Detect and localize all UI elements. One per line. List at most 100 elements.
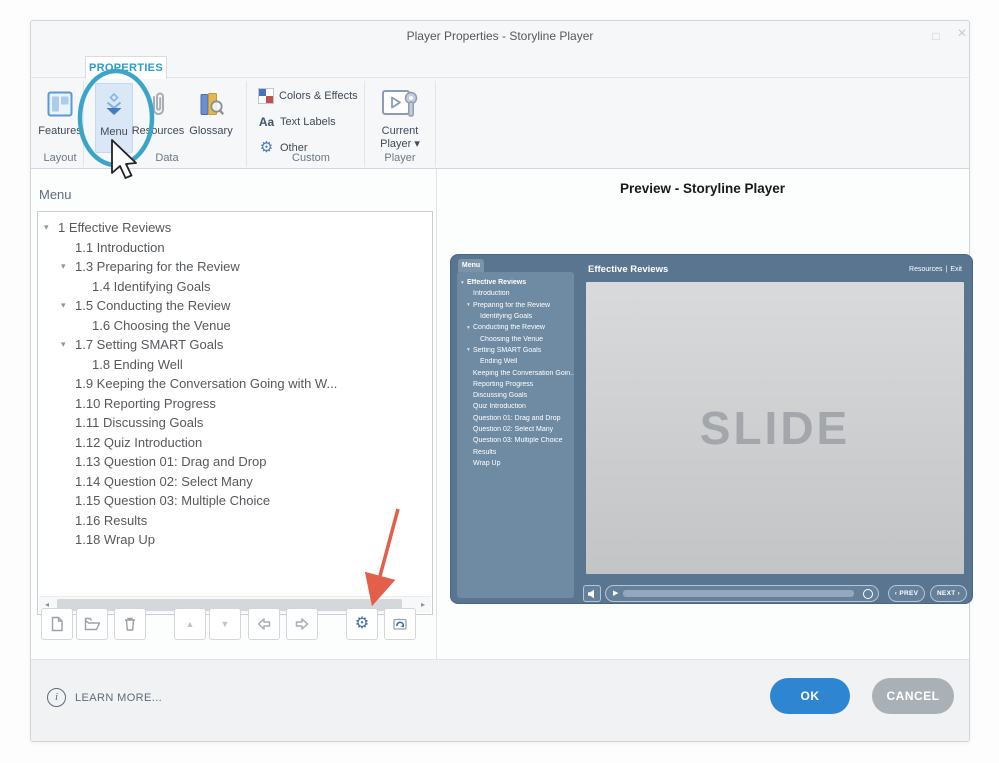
player-sidebar-item[interactable]: Question 02: Select Many — [457, 424, 574, 435]
player-resources-link[interactable]: Resources — [909, 266, 942, 273]
player-sidebar-item-label: Quiz Introduction — [473, 403, 526, 411]
left-arrow-icon — [257, 618, 271, 630]
slide-placeholder-label: SLIDE — [699, 402, 851, 454]
player-sidebar-item[interactable]: Ending Well — [457, 356, 574, 367]
player-menu-tab[interactable]: Menu — [458, 259, 484, 272]
player-course-title: Effective Reviews — [588, 264, 669, 275]
expander-icon[interactable]: ▾ — [61, 339, 75, 350]
learn-more-link[interactable]: i LEARN MORE... — [47, 688, 162, 707]
player-sidebar-item[interactable]: ▾ Effective Reviews — [457, 277, 574, 288]
tree-item[interactable]: ▾ 1.5 Conducting the Review — [38, 296, 432, 316]
tree-item[interactable]: 1.18 Wrap Up — [38, 530, 432, 550]
tree-item-label: 1.1 Introduction — [75, 239, 165, 255]
tree-item[interactable]: 1.4 Identifying Goals — [38, 277, 432, 297]
window-title: Player Properties - Storyline Player — [406, 29, 594, 43]
player-sidebar-item[interactable]: Reporting Progress — [457, 379, 574, 390]
menu-button[interactable]: Menu — [95, 83, 133, 153]
player-sidebar-item[interactable]: Wrap Up — [457, 458, 574, 469]
text-labels-button[interactable]: Aa Text Labels — [258, 111, 336, 133]
resources-button[interactable]: Resources — [132, 83, 184, 151]
tree-item[interactable]: ▾ 1.3 Preparing for the Review — [38, 257, 432, 277]
player-slide-area: SLIDE — [586, 282, 964, 574]
current-player-button[interactable]: Current Player ▾ — [372, 83, 428, 151]
player-sidebar-item-label: Ending Well — [480, 358, 518, 366]
replay-icon[interactable] — [863, 589, 873, 599]
expander-icon[interactable]: ▾ — [61, 261, 75, 272]
tree-item[interactable]: 1.13 Question 01: Drag and Drop — [38, 452, 432, 472]
glossary-icon — [198, 83, 225, 125]
player-sidebar-item[interactable]: Identifying Goals — [457, 311, 574, 322]
reset-from-story-button[interactable] — [384, 608, 416, 640]
player-sidebar-item[interactable]: Choosing the Venue — [457, 333, 574, 344]
expander-icon[interactable]: ▾ — [61, 300, 75, 311]
cancel-button[interactable]: CANCEL — [872, 678, 954, 714]
tree-item[interactable]: 1.15 Question 03: Multiple Choice — [38, 491, 432, 511]
player-sidebar-item-label: Effective Reviews — [467, 279, 527, 287]
tree-item[interactable]: 1.9 Keeping the Conversation Going with … — [38, 374, 432, 394]
text-labels-label: Text Labels — [280, 116, 336, 128]
player-prev-button[interactable]: ‹ PREV — [888, 585, 925, 602]
down-arrow-icon: ▼ — [220, 619, 230, 629]
tree-item-label: 1.12 Quiz Introduction — [75, 434, 203, 450]
player-sidebar-item[interactable]: ▾ Setting SMART Goals — [457, 345, 574, 356]
player-sidebar-item[interactable]: ▾ Conducting the Review — [457, 322, 574, 333]
player-sidebar-item-label: Discussing Goals — [473, 392, 528, 400]
delete-button[interactable] — [114, 608, 146, 640]
paperclip-icon — [147, 83, 169, 125]
player-volume-button[interactable] — [583, 585, 601, 602]
tree-item[interactable]: 1.10 Reporting Progress — [38, 394, 432, 414]
new-item-button[interactable] — [41, 608, 73, 640]
current-player-label-line2: Player ▾ — [380, 138, 420, 150]
player-sidebar-item-label: Question 02: Select Many — [473, 426, 554, 433]
promote-button[interactable] — [248, 608, 280, 640]
tree-item[interactable]: 1.12 Quiz Introduction — [38, 433, 432, 453]
tab-properties[interactable]: PROPERTIES — [85, 56, 167, 79]
play-icon[interactable]: ▶ — [613, 587, 618, 601]
tree-item[interactable]: ▾ 1.7 Setting SMART Goals — [38, 335, 432, 355]
player-sidebar-item[interactable]: Discussing Goals — [457, 390, 574, 401]
tree-item[interactable]: 1.11 Discussing Goals — [38, 413, 432, 433]
player-sidebar-item[interactable]: Question 01: Drag and Drop — [457, 413, 574, 424]
player-next-button[interactable]: NEXT › — [930, 585, 967, 602]
pane-divider — [436, 169, 437, 659]
player-sidebar-item[interactable]: Keeping the Conversation Goin... — [457, 367, 574, 378]
tree-item[interactable]: 1.16 Results — [38, 511, 432, 531]
tree-item[interactable]: 1.6 Choosing the Venue — [38, 316, 432, 336]
glossary-button[interactable]: Glossary — [185, 83, 237, 151]
features-button[interactable]: Features — [35, 83, 85, 151]
player-exit-link[interactable]: Exit — [950, 266, 962, 273]
tree-item-label: 1.7 Setting SMART Goals — [75, 337, 224, 353]
move-up-button[interactable]: ▲ — [174, 608, 206, 640]
menu-options-button[interactable]: ⚙ — [346, 608, 378, 640]
player-sidebar-item[interactable]: Introduction — [457, 288, 574, 299]
tree-item[interactable]: 1.1 Introduction — [38, 238, 432, 258]
seekbar-track[interactable] — [623, 590, 854, 597]
tree-item[interactable]: 1.14 Question 02: Select Many — [38, 472, 432, 492]
menu-pane-label: Menu — [39, 187, 72, 202]
player-sidebar-item[interactable]: ▾ Preparing for the Review — [457, 300, 574, 311]
tree-item[interactable]: 1.8 Ending Well — [38, 355, 432, 375]
player-link-separator: | — [945, 266, 948, 273]
tree-item[interactable]: ▾ 1 Effective Reviews — [38, 218, 432, 238]
right-arrow-icon — [295, 618, 309, 630]
open-button[interactable] — [76, 608, 108, 640]
expander-icon[interactable]: ▾ — [44, 222, 58, 233]
ok-button[interactable]: OK — [770, 678, 850, 714]
close-button[interactable]: × — [953, 24, 971, 42]
player-sidebar-item[interactable]: Results — [457, 446, 574, 457]
current-player-icon — [380, 83, 420, 125]
player-sidebar-item[interactable]: Quiz Introduction — [457, 401, 574, 412]
player-sidebar-item[interactable]: Question 03: Multiple Choice — [457, 435, 574, 446]
player-seekbar[interactable]: ▶ — [605, 585, 879, 602]
tree-item-label: 1.5 Conducting the Review — [75, 298, 231, 314]
demote-button[interactable] — [286, 608, 318, 640]
open-folder-icon — [84, 617, 100, 631]
colors-effects-button[interactable]: Colors & Effects — [258, 85, 358, 107]
scroll-right-icon[interactable]: ▸ — [415, 597, 431, 613]
player-sidebar-list: ▾ Effective Reviews Introduction ▾ Preparing… — [457, 277, 574, 469]
gear-icon: ⚙ — [354, 615, 370, 632]
dialog-footer: i LEARN MORE... OK CANCEL — [31, 659, 969, 741]
player-sidebar-item-label: Choosing the Venue — [480, 335, 544, 343]
maximize-button[interactable]: □ — [927, 27, 945, 45]
move-down-button[interactable]: ▼ — [209, 608, 241, 640]
